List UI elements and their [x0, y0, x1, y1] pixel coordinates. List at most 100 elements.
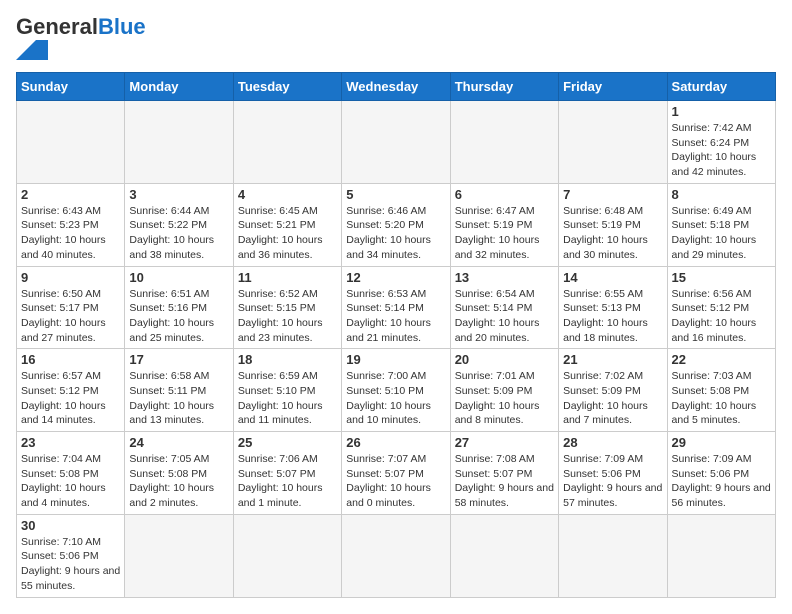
calendar-cell: 5Sunrise: 6:46 AM Sunset: 5:20 PM Daylig…	[342, 183, 450, 266]
day-number: 27	[455, 435, 554, 450]
day-info: Sunrise: 6:48 AM Sunset: 5:19 PM Dayligh…	[563, 204, 662, 263]
day-number: 10	[129, 270, 228, 285]
calendar-cell: 26 Sunrise: 7:07 AM Sunset: 5:07 PM Dayli…	[342, 432, 450, 515]
day-info: Sunrise: 6:58 AM Sunset: 5:11 PM Dayligh…	[129, 369, 228, 428]
day-info: Sunrise: 6:49 AM Sunset: 5:18 PM Dayligh…	[672, 204, 771, 263]
weekday-header: Thursday	[450, 73, 558, 101]
calendar-cell	[559, 101, 667, 184]
day-number: 25	[238, 435, 337, 450]
day-number: 23	[21, 435, 120, 450]
logo-icon	[16, 40, 76, 60]
day-info: Sunrise: 6:56 AM Sunset: 5:12 PM Dayligh…	[672, 287, 771, 346]
calendar-cell: 11Sunrise: 6:52 AM Sunset: 5:15 PM Dayli…	[233, 266, 341, 349]
day-info: Sunrise: 7:02 AM Sunset: 5:09 PM Dayligh…	[563, 369, 662, 428]
day-number: 15	[672, 270, 771, 285]
calendar-cell: 24Sunrise: 7:05 AM Sunset: 5:08 PM Dayli…	[125, 432, 233, 515]
calendar-cell: 10Sunrise: 6:51 AM Sunset: 5:16 PM Dayli…	[125, 266, 233, 349]
calendar-cell	[342, 514, 450, 597]
day-info: Sunrise: 6:59 AM Sunset: 5:10 PM Dayligh…	[238, 369, 337, 428]
calendar-cell: 16 Sunrise: 6:57 AM Sunset: 5:12 PM Dayli…	[17, 349, 125, 432]
calendar-cell: 2Sunrise: 6:43 AM Sunset: 5:23 PM Daylig…	[17, 183, 125, 266]
day-number: 4	[238, 187, 337, 202]
day-number: 26	[346, 435, 445, 450]
weekday-header: Friday	[559, 73, 667, 101]
calendar-cell: 4Sunrise: 6:45 AM Sunset: 5:21 PM Daylig…	[233, 183, 341, 266]
day-number: 30	[21, 518, 120, 533]
calendar-cell: 1 Sunrise: 7:42 AM Sunset: 6:24 PM Daylig…	[667, 101, 775, 184]
day-number: 22	[672, 352, 771, 367]
calendar-cell: 18 Sunrise: 6:59 AM Sunset: 5:10 PM Dayli…	[233, 349, 341, 432]
day-info: Sunrise: 6:57 AM Sunset: 5:12 PM Dayligh…	[21, 369, 120, 428]
calendar-cell: 7 Sunrise: 6:48 AM Sunset: 5:19 PM Daylig…	[559, 183, 667, 266]
day-number: 8	[672, 187, 771, 202]
calendar-cell: 6Sunrise: 6:47 AM Sunset: 5:19 PM Daylig…	[450, 183, 558, 266]
weekday-header: Monday	[125, 73, 233, 101]
day-number: 1	[672, 104, 771, 119]
calendar-cell	[559, 514, 667, 597]
calendar-cell: 27 Sunrise: 7:08 AM Sunset: 5:07 PM Dayli…	[450, 432, 558, 515]
day-info: Sunrise: 7:04 AM Sunset: 5:08 PM Dayligh…	[21, 452, 120, 511]
day-number: 18	[238, 352, 337, 367]
day-number: 6	[455, 187, 554, 202]
day-number: 17	[129, 352, 228, 367]
day-info: Sunrise: 6:54 AM Sunset: 5:14 PM Dayligh…	[455, 287, 554, 346]
calendar-table: SundayMondayTuesdayWednesdayThursdayFrid…	[16, 72, 776, 598]
day-number: 11	[238, 270, 337, 285]
calendar-cell: 3 Sunrise: 6:44 AM Sunset: 5:22 PM Daylig…	[125, 183, 233, 266]
day-number: 28	[563, 435, 662, 450]
calendar-row: 16 Sunrise: 6:57 AM Sunset: 5:12 PM Dayli…	[17, 349, 776, 432]
weekday-header: Tuesday	[233, 73, 341, 101]
day-number: 3	[129, 187, 228, 202]
calendar-cell: 30Sunrise: 7:10 AM Sunset: 5:06 PM Dayli…	[17, 514, 125, 597]
calendar-row: 9 Sunrise: 6:50 AM Sunset: 5:17 PM Daylig…	[17, 266, 776, 349]
calendar-cell	[233, 514, 341, 597]
calendar-cell	[125, 101, 233, 184]
calendar-cell: 19 Sunrise: 7:00 AM Sunset: 5:10 PM Dayli…	[342, 349, 450, 432]
day-info: Sunrise: 6:46 AM Sunset: 5:20 PM Dayligh…	[346, 204, 445, 263]
day-info: Sunrise: 6:50 AM Sunset: 5:17 PM Dayligh…	[21, 287, 120, 346]
day-info: Sunrise: 7:42 AM Sunset: 6:24 PM Dayligh…	[672, 121, 771, 180]
weekday-header: Wednesday	[342, 73, 450, 101]
day-number: 14	[563, 270, 662, 285]
calendar-cell	[233, 101, 341, 184]
day-info: Sunrise: 7:08 AM Sunset: 5:07 PM Dayligh…	[455, 452, 554, 511]
day-number: 9	[21, 270, 120, 285]
day-info: Sunrise: 6:43 AM Sunset: 5:23 PM Dayligh…	[21, 204, 120, 263]
calendar-row: 30Sunrise: 7:10 AM Sunset: 5:06 PM Dayli…	[17, 514, 776, 597]
calendar-cell: 25 Sunrise: 7:06 AM Sunset: 5:07 PM Dayli…	[233, 432, 341, 515]
calendar-row: 1 Sunrise: 7:42 AM Sunset: 6:24 PM Daylig…	[17, 101, 776, 184]
calendar-cell: 29 Sunrise: 7:09 AM Sunset: 5:06 PM Dayli…	[667, 432, 775, 515]
logo: GeneralBlue	[16, 16, 146, 60]
day-info: Sunrise: 7:05 AM Sunset: 5:08 PM Dayligh…	[129, 452, 228, 511]
calendar-cell: 13Sunrise: 6:54 AM Sunset: 5:14 PM Dayli…	[450, 266, 558, 349]
calendar-cell	[450, 514, 558, 597]
day-info: Sunrise: 7:01 AM Sunset: 5:09 PM Dayligh…	[455, 369, 554, 428]
day-info: Sunrise: 6:53 AM Sunset: 5:14 PM Dayligh…	[346, 287, 445, 346]
day-number: 20	[455, 352, 554, 367]
day-info: Sunrise: 6:55 AM Sunset: 5:13 PM Dayligh…	[563, 287, 662, 346]
calendar-row: 2Sunrise: 6:43 AM Sunset: 5:23 PM Daylig…	[17, 183, 776, 266]
calendar-cell	[342, 101, 450, 184]
calendar-cell: 12 Sunrise: 6:53 AM Sunset: 5:14 PM Dayli…	[342, 266, 450, 349]
calendar-cell: 20 Sunrise: 7:01 AM Sunset: 5:09 PM Dayli…	[450, 349, 558, 432]
calendar-cell: 17 Sunrise: 6:58 AM Sunset: 5:11 PM Dayli…	[125, 349, 233, 432]
day-info: Sunrise: 7:07 AM Sunset: 5:07 PM Dayligh…	[346, 452, 445, 511]
day-number: 12	[346, 270, 445, 285]
calendar-cell: 23 Sunrise: 7:04 AM Sunset: 5:08 PM Dayli…	[17, 432, 125, 515]
day-info: Sunrise: 6:44 AM Sunset: 5:22 PM Dayligh…	[129, 204, 228, 263]
day-info: Sunrise: 7:06 AM Sunset: 5:07 PM Dayligh…	[238, 452, 337, 511]
calendar-cell: 9 Sunrise: 6:50 AM Sunset: 5:17 PM Daylig…	[17, 266, 125, 349]
day-number: 29	[672, 435, 771, 450]
calendar-cell	[450, 101, 558, 184]
header-area: GeneralBlue	[16, 16, 776, 60]
calendar-cell: 15 Sunrise: 6:56 AM Sunset: 5:12 PM Dayli…	[667, 266, 775, 349]
calendar-cell: 28Sunrise: 7:09 AM Sunset: 5:06 PM Dayli…	[559, 432, 667, 515]
calendar-cell	[125, 514, 233, 597]
day-info: Sunrise: 7:09 AM Sunset: 5:06 PM Dayligh…	[672, 452, 771, 511]
day-number: 7	[563, 187, 662, 202]
day-info: Sunrise: 7:00 AM Sunset: 5:10 PM Dayligh…	[346, 369, 445, 428]
calendar-cell: 14 Sunrise: 6:55 AM Sunset: 5:13 PM Dayli…	[559, 266, 667, 349]
day-number: 16	[21, 352, 120, 367]
calendar-cell: 22Sunrise: 7:03 AM Sunset: 5:08 PM Dayli…	[667, 349, 775, 432]
day-number: 19	[346, 352, 445, 367]
